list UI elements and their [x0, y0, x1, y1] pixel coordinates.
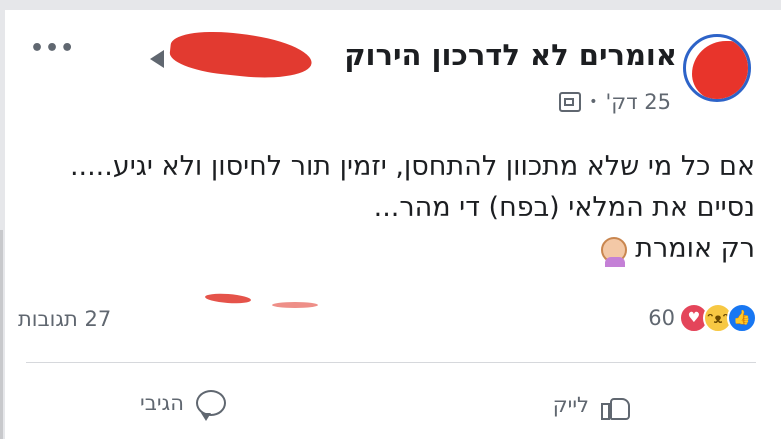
- divider: [26, 362, 756, 363]
- comment-bubble-icon: [195, 390, 226, 421]
- comments-count[interactable]: 27 תגובות: [18, 307, 111, 331]
- post-line-2: נסיים את המלאי (בפח) די מהר...: [373, 192, 755, 223]
- avatar-redaction: [692, 41, 748, 99]
- post-line-3-wrap: רק אומרת: [35, 228, 755, 269]
- post-meta: 25 דק' •: [559, 90, 671, 114]
- comment-button[interactable]: הגיבי: [140, 390, 226, 421]
- more-options-icon[interactable]: •••: [30, 36, 75, 61]
- comment-label: הגיבי: [140, 391, 184, 415]
- caret-icon: [150, 50, 164, 68]
- left-edge: [0, 230, 3, 439]
- woman-emoji-icon: [601, 236, 628, 267]
- like-label: לייק: [552, 393, 589, 417]
- avatar[interactable]: [683, 34, 751, 102]
- top-separator: [0, 0, 781, 10]
- thumb-up-icon: [601, 390, 631, 420]
- reactions-summary[interactable]: 60 ♥ ᵔᴥᵔ 👍: [648, 303, 757, 333]
- photo-icon: [559, 92, 582, 112]
- reaction-count: 60: [648, 306, 675, 330]
- post-text: אם כל מי שלא מתכוון להתחסן, יזמין תור לח…: [35, 146, 755, 269]
- redaction-mark-3: [272, 302, 318, 308]
- like-reaction-icon: 👍: [727, 303, 757, 333]
- post-line-1: אם כל מי שלא מתכוון להתחסן, יזמין תור לח…: [69, 151, 755, 182]
- post-time[interactable]: 25 דק': [605, 90, 671, 114]
- post-line-3: רק אומרת: [635, 233, 755, 264]
- like-button[interactable]: לייק: [553, 390, 631, 420]
- separator-dot: •: [589, 94, 598, 110]
- group-name[interactable]: אומרים לא לדרכון הירוק: [344, 38, 677, 72]
